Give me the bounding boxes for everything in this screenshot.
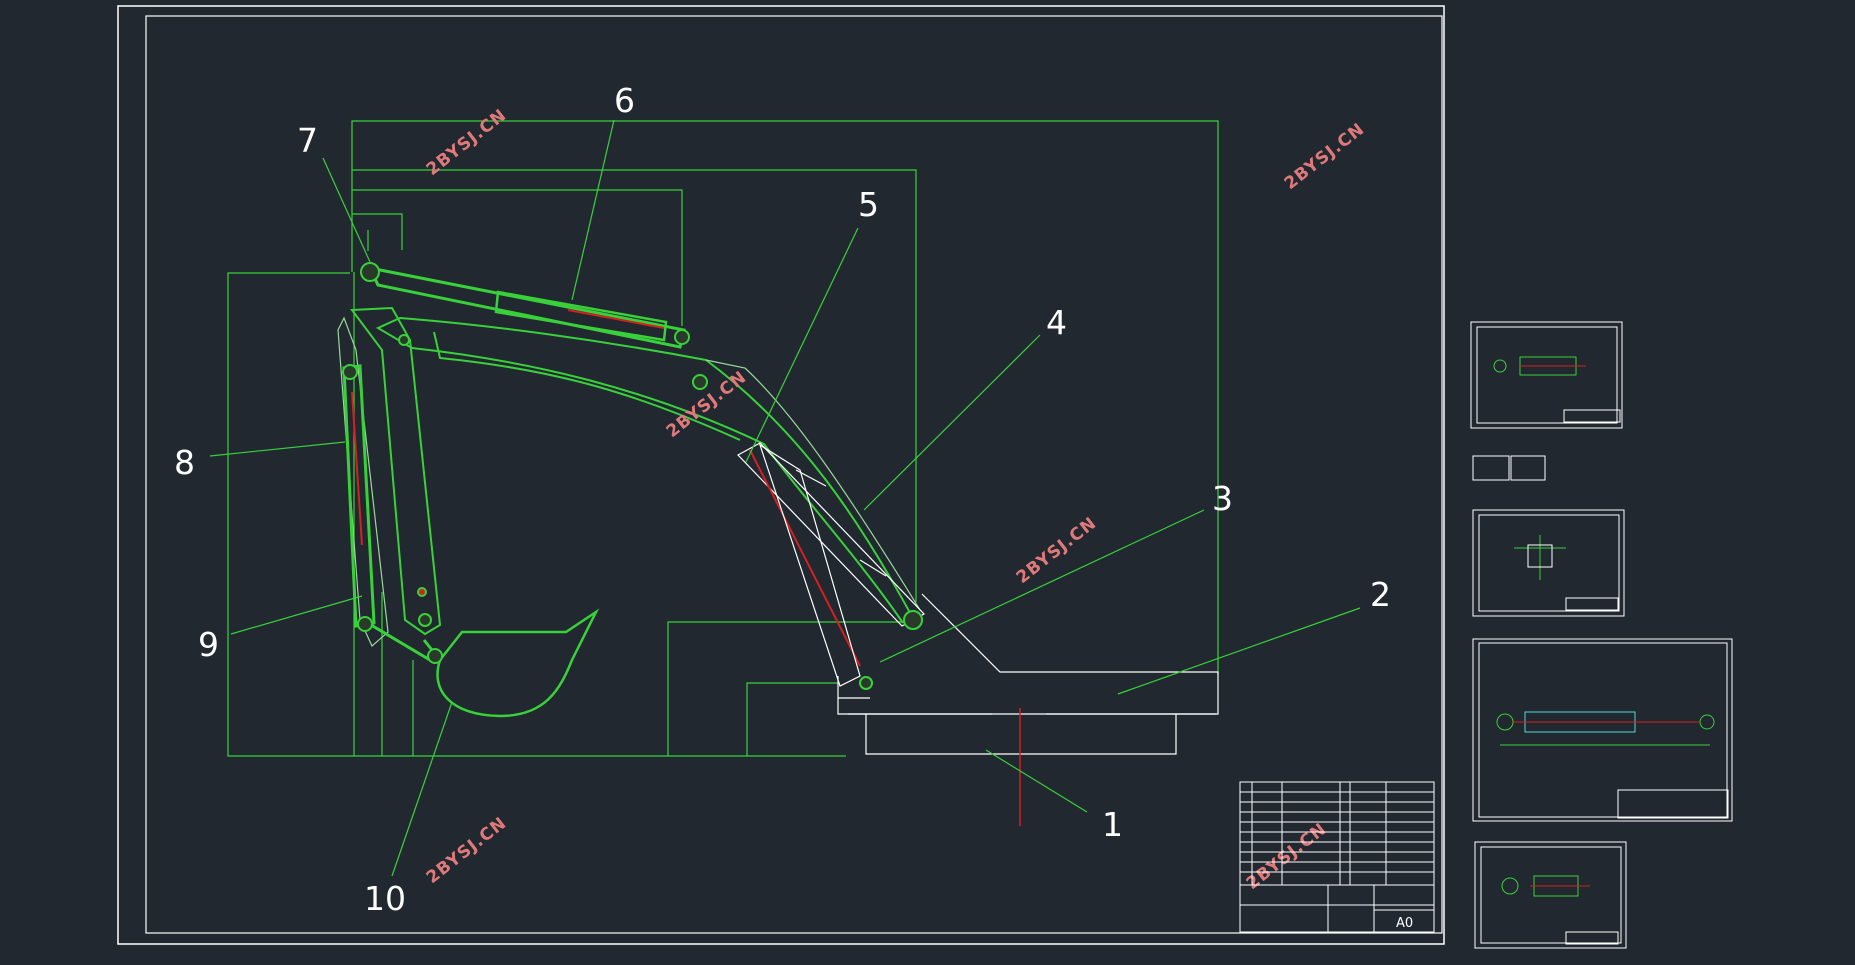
- callout-7: 7: [297, 121, 318, 160]
- pivot-pins: [342, 262, 923, 690]
- callout-1: 1: [1102, 805, 1123, 844]
- arm-cylinder: [367, 265, 686, 349]
- thumbnail-2-content: [1514, 535, 1619, 611]
- callout-4: 4: [1046, 303, 1067, 342]
- callout-2: 2: [1370, 575, 1391, 614]
- callout-numbers: 1 2 3 4 5 6 7 8 9 10: [174, 81, 1391, 918]
- thumbnail-sheets: [1470, 321, 1733, 949]
- sheet-size-label: A0: [1396, 916, 1413, 931]
- bucket: [436, 608, 600, 718]
- boom: [375, 316, 921, 624]
- watermark-5: 2BYSJ.CN: [423, 813, 511, 888]
- inner-frame: [145, 15, 1443, 934]
- watermark-6: 2BYSJ.CN: [1243, 819, 1331, 894]
- thumbnail-4-content: [1501, 875, 1619, 945]
- callout-8: 8: [174, 443, 195, 482]
- callout-5: 5: [858, 185, 879, 224]
- watermark-2: 2BYSJ.CN: [1281, 119, 1369, 194]
- watermark-1: 2BYSJ.CN: [423, 105, 511, 180]
- bucket-cylinder: [342, 364, 376, 628]
- dimension-lines: [227, 120, 1219, 757]
- callout-9: 9: [198, 625, 219, 664]
- callout-6: 6: [614, 81, 635, 120]
- thumbnail-3-content: [1496, 711, 1729, 819]
- boom-cylinder: [737, 442, 925, 687]
- leader-lines: [209, 119, 1361, 877]
- callout-3: 3: [1212, 479, 1233, 518]
- watermark-4: 2BYSJ.CN: [1013, 513, 1101, 588]
- thumbnail-sheet-3: [1472, 638, 1733, 822]
- thumbnail-1-content: [1493, 356, 1621, 423]
- callout-10: 10: [364, 879, 406, 918]
- cad-drawing-canvas: 1 2 3 4 5 6 7 8 9 10 2BYSJ.CN 2BYSJ.CN 2…: [117, 5, 1733, 949]
- thumbnail-sheet-2: [1472, 509, 1625, 617]
